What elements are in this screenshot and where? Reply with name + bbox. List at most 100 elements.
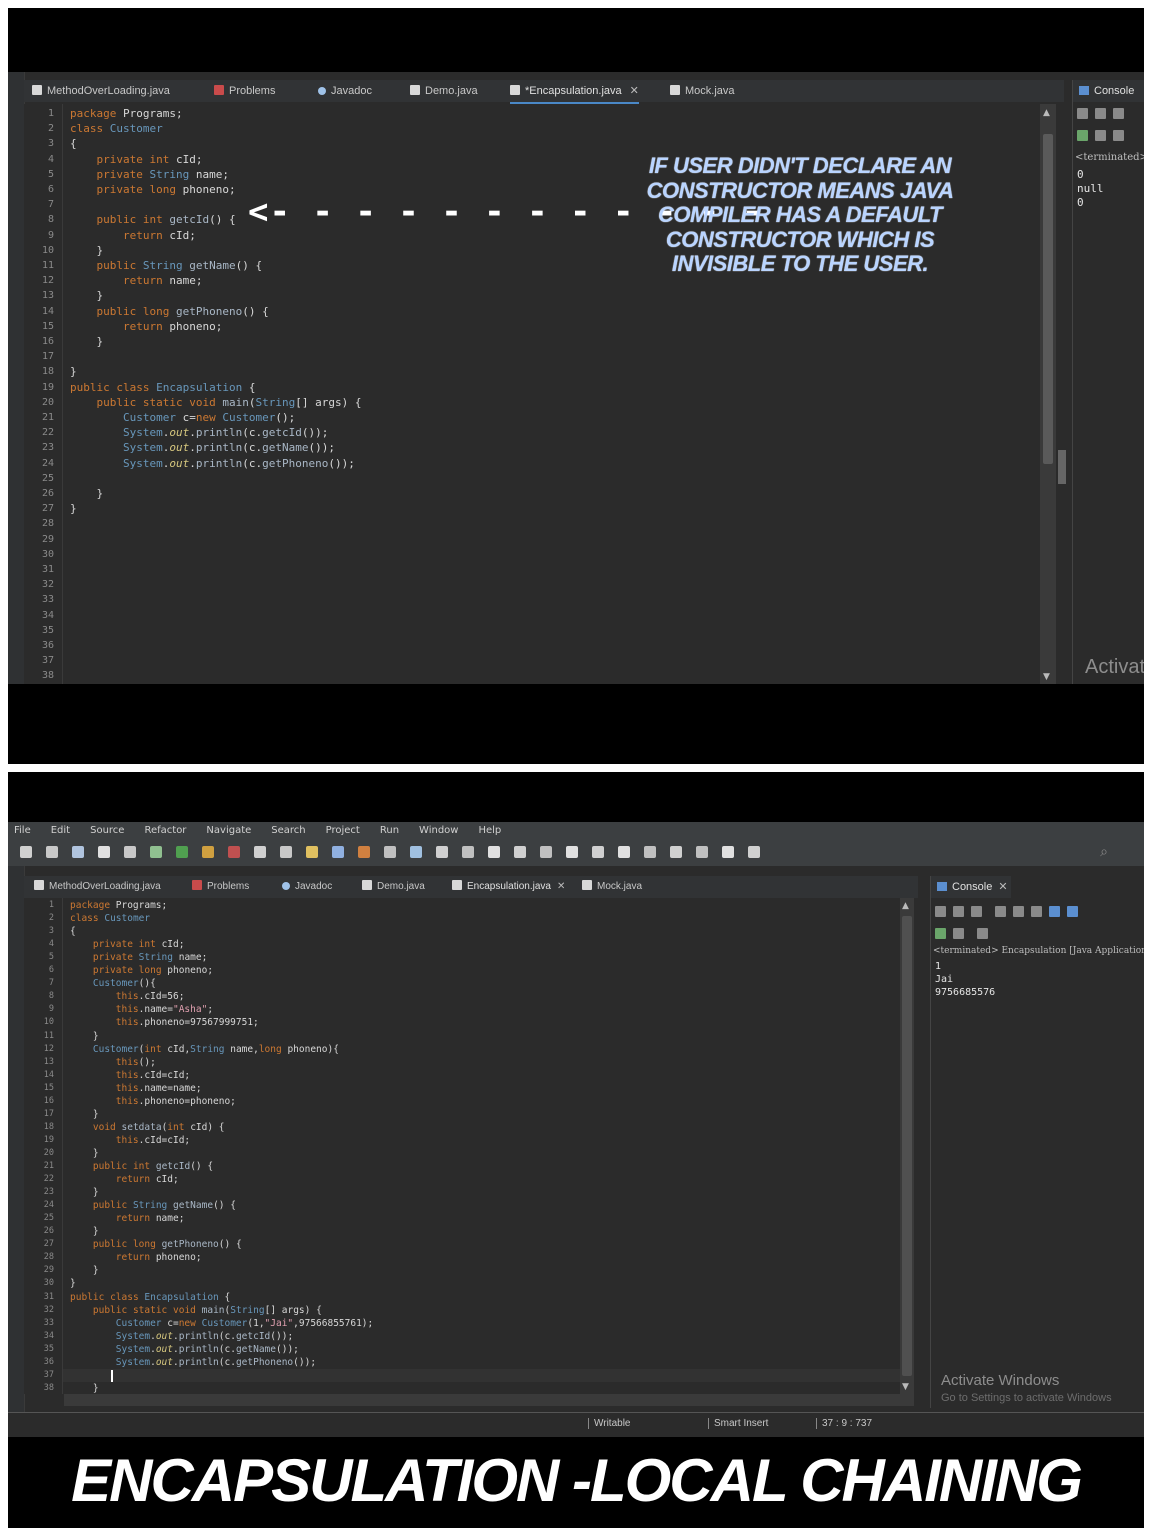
tab-encapsulation[interactable]: Encapsulation.java ✕	[452, 876, 566, 900]
toolbar-button-icon[interactable]	[566, 846, 578, 858]
code-line[interactable]: public int getcId() {	[70, 1160, 213, 1173]
tab-problems[interactable]: Problems	[192, 876, 249, 898]
code-line[interactable]: Customer c=new Customer();	[70, 410, 295, 425]
menu-source[interactable]: Source	[90, 822, 124, 840]
scroll-up-icon[interactable]: ▲	[902, 901, 909, 911]
menu-project[interactable]: Project	[326, 822, 360, 840]
code-line[interactable]: this.cId=cId;	[70, 1069, 190, 1082]
code-line[interactable]: public String getName() {	[70, 1199, 236, 1212]
code-line[interactable]: {	[70, 925, 76, 938]
toolbar-button-icon[interactable]	[696, 846, 708, 858]
toolbar-button-icon[interactable]	[644, 846, 656, 858]
code-line[interactable]: return cId;	[70, 1173, 179, 1186]
code-line[interactable]: System.out.println(c.getName());	[70, 440, 335, 455]
search-icon[interactable]: ⌕	[1100, 844, 1108, 860]
code-line[interactable]: this.cId=56;	[70, 990, 185, 1003]
open-console-icon[interactable]	[953, 928, 964, 939]
menu-search[interactable]: Search	[271, 822, 305, 840]
code-line[interactable]: }	[70, 1264, 99, 1277]
toolbar-button-icon[interactable]	[306, 846, 318, 858]
remove-launch-icon[interactable]	[1095, 108, 1106, 119]
display-selected-icon[interactable]	[935, 928, 946, 939]
toolbar-button-icon[interactable]	[124, 846, 136, 858]
code-line[interactable]: private String name;	[70, 951, 207, 964]
code-line[interactable]: public static void main(String[] args) {	[70, 395, 362, 410]
code-line[interactable]: return name;	[70, 273, 203, 288]
remove-all-icon[interactable]	[1113, 108, 1124, 119]
code-line[interactable]: }	[70, 334, 103, 349]
code-line[interactable]: package Programs;	[70, 106, 183, 121]
scrollbar-thumb[interactable]	[902, 916, 912, 1376]
toolbar-button-icon[interactable]	[540, 846, 552, 858]
new-console-view-icon[interactable]	[977, 928, 988, 939]
pin-console-icon[interactable]	[1049, 906, 1060, 917]
code-line[interactable]: this.phoneno=phoneno;	[70, 1095, 236, 1108]
tab-demo[interactable]: Demo.java	[362, 876, 425, 898]
code-line[interactable]: this();	[70, 1056, 156, 1069]
scroll-up-icon[interactable]: ▲	[1043, 108, 1050, 118]
pin-icon[interactable]	[1077, 130, 1088, 141]
code-line[interactable]: return name;	[70, 1212, 185, 1225]
toolbar-button-icon[interactable]	[462, 846, 474, 858]
menu-run[interactable]: Run	[380, 822, 399, 840]
tab-javadoc[interactable]: Javadoc	[282, 876, 332, 898]
code-line[interactable]: }	[70, 243, 103, 258]
scroll-lock-icon[interactable]	[995, 906, 1006, 917]
code-line[interactable]: private long phoneno;	[70, 964, 213, 977]
code-line[interactable]: }	[70, 1030, 99, 1043]
code-line[interactable]: }	[70, 1277, 76, 1290]
top-editor-scrollbar[interactable]: ▲ ▼	[1040, 104, 1056, 684]
toolbar-button-icon[interactable]	[280, 846, 292, 858]
bottom-editor-scrollbar[interactable]: ▲ ▼	[900, 898, 914, 1394]
toolbar-button-icon[interactable]	[670, 846, 682, 858]
code-line[interactable]: private String name;	[70, 167, 229, 182]
code-line[interactable]: return phoneno;	[70, 319, 222, 334]
toolbar-button-icon[interactable]	[618, 846, 630, 858]
stop-icon[interactable]	[1077, 108, 1088, 119]
toolbar-button-icon[interactable]	[488, 846, 500, 858]
tab-mock[interactable]: Mock.java	[582, 876, 642, 898]
toolbar-button-icon[interactable]	[748, 846, 760, 858]
code-line[interactable]: class Customer	[70, 912, 150, 925]
code-line[interactable]: void setdata(int cId) {	[70, 1121, 225, 1134]
code-line[interactable]: System.out.println(c.getName());	[70, 1343, 299, 1356]
toolbar-button-icon[interactable]	[228, 846, 240, 858]
menu-edit[interactable]: Edit	[51, 822, 70, 840]
toolbar-button-icon[interactable]	[514, 846, 526, 858]
scrollbar-thumb[interactable]	[1043, 134, 1053, 464]
remove-all-icon[interactable]	[971, 906, 982, 917]
word-wrap-icon[interactable]	[1031, 906, 1042, 917]
code-line[interactable]: System.out.println(c.getPhoneno());	[70, 1356, 316, 1369]
code-line[interactable]: public int getcId() {	[70, 212, 236, 227]
code-line[interactable]: public long getPhoneno() {	[70, 1238, 242, 1251]
console-tab[interactable]: Console ✕	[931, 876, 1011, 898]
menu-window[interactable]: Window	[419, 822, 458, 840]
close-tab-icon[interactable]: ✕	[630, 85, 639, 97]
toolbar-button-icon[interactable]	[150, 846, 162, 858]
code-line[interactable]: System.out.println(c.getPhoneno());	[70, 456, 355, 471]
scroll-down-icon[interactable]: ▼	[902, 1382, 909, 1392]
code-line[interactable]: private int cId;	[70, 152, 203, 167]
code-line[interactable]: public static void main(String[] args) {	[70, 1304, 322, 1317]
code-line[interactable]: {	[70, 136, 77, 151]
tab-encapsulation[interactable]: *Encapsulation.java ✕	[510, 80, 639, 104]
code-line[interactable]: }	[70, 501, 77, 516]
stop-icon[interactable]	[935, 906, 946, 917]
menu-file[interactable]: File	[14, 822, 31, 840]
toolbar-button-icon[interactable]	[722, 846, 734, 858]
toolbar-button-icon[interactable]	[20, 846, 32, 858]
code-line[interactable]: this.phoneno=97567999751;	[70, 1016, 259, 1029]
code-line[interactable]: public long getPhoneno() {	[70, 304, 269, 319]
code-line[interactable]: Customer c=new Customer(1,"Jai",97566855…	[70, 1317, 373, 1330]
toolbar-button-icon[interactable]	[98, 846, 110, 858]
code-line[interactable]: class Customer	[70, 121, 163, 136]
toolbar-button-icon[interactable]	[332, 846, 344, 858]
code-line[interactable]: }	[70, 486, 103, 501]
new-console-icon[interactable]	[1067, 906, 1078, 917]
toolbar-button-icon[interactable]	[176, 846, 188, 858]
toolbar-button-icon[interactable]	[384, 846, 396, 858]
menu-help[interactable]: Help	[478, 822, 501, 840]
code-line[interactable]: }	[70, 1382, 99, 1394]
code-line[interactable]: System.out.println(c.getcId());	[70, 1330, 293, 1343]
scroll-down-icon[interactable]: ▼	[1043, 672, 1050, 682]
